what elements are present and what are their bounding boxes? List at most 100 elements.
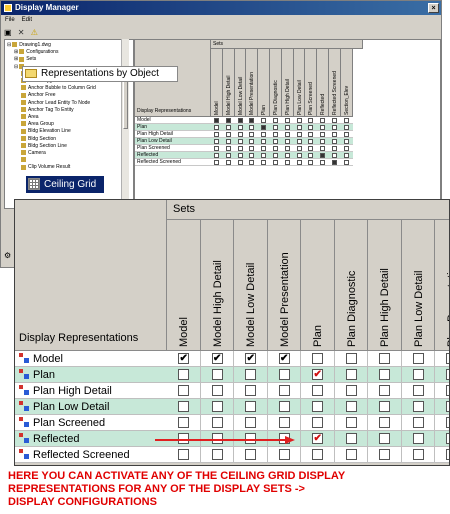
menu-file[interactable]: File bbox=[5, 17, 15, 23]
column-header[interactable]: Plan Presentation bbox=[435, 220, 449, 351]
set-checkbox[interactable] bbox=[278, 417, 290, 428]
set-checkbox[interactable] bbox=[237, 160, 243, 165]
tree-item[interactable]: Anchor Lead Entity To Node bbox=[21, 100, 90, 107]
set-checkbox[interactable]: ✔ bbox=[178, 353, 190, 364]
set-checkbox[interactable] bbox=[273, 153, 278, 158]
set-checkbox[interactable] bbox=[284, 146, 290, 151]
set-checkbox[interactable]: ✔ bbox=[312, 433, 324, 444]
set-checkbox[interactable] bbox=[332, 160, 337, 165]
tree-item[interactable]: Anchor Bubble to Column Grid bbox=[21, 85, 96, 92]
set-checkbox[interactable] bbox=[320, 146, 326, 151]
set-checkbox[interactable] bbox=[320, 118, 326, 123]
tree-scrollbar[interactable] bbox=[121, 39, 129, 207]
set-checkbox[interactable] bbox=[412, 449, 424, 460]
set-checkbox[interactable] bbox=[332, 153, 337, 158]
set-checkbox[interactable] bbox=[308, 139, 314, 144]
set-checkbox[interactable] bbox=[296, 125, 302, 130]
set-checkbox[interactable] bbox=[412, 433, 424, 444]
set-checkbox[interactable] bbox=[178, 417, 190, 428]
column-header[interactable]: Model High Detail bbox=[222, 49, 235, 117]
set-checkbox[interactable] bbox=[312, 449, 324, 460]
tree-item[interactable]: ⊞ Sets bbox=[14, 56, 36, 63]
set-checkbox[interactable] bbox=[211, 385, 223, 396]
tree-expander-icon[interactable]: ⊟ bbox=[14, 64, 18, 70]
set-checkbox[interactable] bbox=[261, 139, 267, 144]
set-checkbox[interactable] bbox=[446, 433, 449, 444]
set-checkbox[interactable] bbox=[211, 369, 223, 380]
set-checkbox[interactable] bbox=[278, 369, 290, 380]
set-checkbox[interactable] bbox=[273, 132, 278, 137]
set-checkbox[interactable] bbox=[343, 153, 349, 158]
set-checkbox[interactable] bbox=[273, 160, 278, 165]
column-header[interactable]: Reflected bbox=[317, 49, 329, 117]
set-checkbox[interactable] bbox=[343, 125, 349, 130]
warning-icon[interactable]: ⚠ bbox=[31, 28, 38, 37]
column-header[interactable]: Plan Diagnostic bbox=[270, 49, 282, 117]
set-checkbox[interactable] bbox=[308, 153, 314, 158]
set-checkbox[interactable] bbox=[178, 449, 190, 460]
column-header[interactable]: Model High Detail bbox=[200, 220, 234, 351]
set-checkbox[interactable] bbox=[320, 160, 326, 165]
column-header[interactable]: Section_Elev bbox=[340, 49, 353, 117]
set-checkbox[interactable] bbox=[284, 139, 290, 144]
tree-item[interactable]: ⊞ Configurations bbox=[14, 49, 58, 56]
set-checkbox[interactable] bbox=[249, 153, 255, 158]
set-checkbox[interactable] bbox=[249, 132, 255, 137]
set-checkbox[interactable] bbox=[312, 353, 324, 364]
tree-item[interactable]: Area bbox=[21, 114, 39, 121]
column-header[interactable]: Plan Low Detail bbox=[401, 220, 435, 351]
set-checkbox[interactable]: ✔ bbox=[278, 353, 290, 364]
delete-icon[interactable]: ✕ bbox=[18, 28, 25, 37]
set-checkbox[interactable] bbox=[214, 139, 219, 144]
tree-expander-icon[interactable]: ⊞ bbox=[14, 56, 18, 62]
set-checkbox[interactable] bbox=[245, 369, 257, 380]
column-header[interactable]: Model Presentation bbox=[267, 220, 301, 351]
set-checkbox[interactable] bbox=[225, 160, 231, 165]
column-header[interactable]: Reflected Screened bbox=[329, 49, 341, 117]
column-header[interactable]: Plan bbox=[258, 49, 270, 117]
set-checkbox[interactable] bbox=[345, 369, 357, 380]
set-checkbox[interactable] bbox=[273, 125, 278, 130]
set-checkbox[interactable] bbox=[332, 132, 337, 137]
set-checkbox[interactable] bbox=[273, 139, 278, 144]
tree-item[interactable]: Clip Volume Result bbox=[21, 164, 70, 171]
set-checkbox[interactable] bbox=[345, 417, 357, 428]
set-checkbox[interactable] bbox=[308, 146, 314, 151]
set-checkbox[interactable] bbox=[345, 385, 357, 396]
column-header[interactable]: Plan Diagnostic bbox=[334, 220, 368, 351]
set-checkbox[interactable] bbox=[284, 132, 290, 137]
tree-item[interactable] bbox=[21, 157, 28, 164]
set-checkbox[interactable] bbox=[278, 449, 290, 460]
set-checkbox[interactable] bbox=[273, 146, 278, 151]
set-checkbox[interactable] bbox=[332, 139, 337, 144]
set-checkbox[interactable] bbox=[178, 401, 190, 412]
tree-expander-icon[interactable]: ⊞ bbox=[14, 49, 18, 55]
set-checkbox[interactable] bbox=[261, 118, 267, 123]
set-checkbox[interactable] bbox=[332, 146, 337, 151]
set-checkbox[interactable] bbox=[308, 125, 314, 130]
set-checkbox[interactable] bbox=[312, 401, 324, 412]
column-header[interactable]: Model Presentation bbox=[246, 49, 259, 117]
tree-item[interactable]: Bldg Elevation Line bbox=[21, 128, 71, 135]
set-checkbox[interactable] bbox=[412, 385, 424, 396]
set-checkbox[interactable] bbox=[261, 153, 267, 158]
set-checkbox[interactable] bbox=[245, 449, 257, 460]
set-checkbox[interactable] bbox=[446, 369, 449, 380]
set-checkbox[interactable] bbox=[332, 118, 337, 123]
set-checkbox[interactable] bbox=[261, 125, 267, 130]
set-checkbox[interactable] bbox=[345, 449, 357, 460]
set-checkbox[interactable] bbox=[284, 160, 290, 165]
set-checkbox[interactable] bbox=[261, 132, 267, 137]
set-checkbox[interactable] bbox=[296, 160, 302, 165]
column-header[interactable]: Plan High Detail bbox=[281, 49, 294, 117]
set-checkbox[interactable] bbox=[296, 132, 302, 137]
set-checkbox[interactable] bbox=[261, 160, 267, 165]
set-checkbox[interactable] bbox=[225, 118, 231, 123]
set-checkbox[interactable] bbox=[320, 125, 326, 130]
set-checkbox[interactable] bbox=[249, 125, 255, 130]
set-checkbox[interactable] bbox=[225, 139, 231, 144]
tree-item[interactable]: ⊟ Drawing1.dwg bbox=[7, 42, 51, 49]
set-checkbox[interactable] bbox=[320, 132, 326, 137]
tree-item[interactable]: Bldg Section bbox=[21, 136, 56, 143]
column-header[interactable]: Plan High Detail bbox=[368, 220, 402, 351]
